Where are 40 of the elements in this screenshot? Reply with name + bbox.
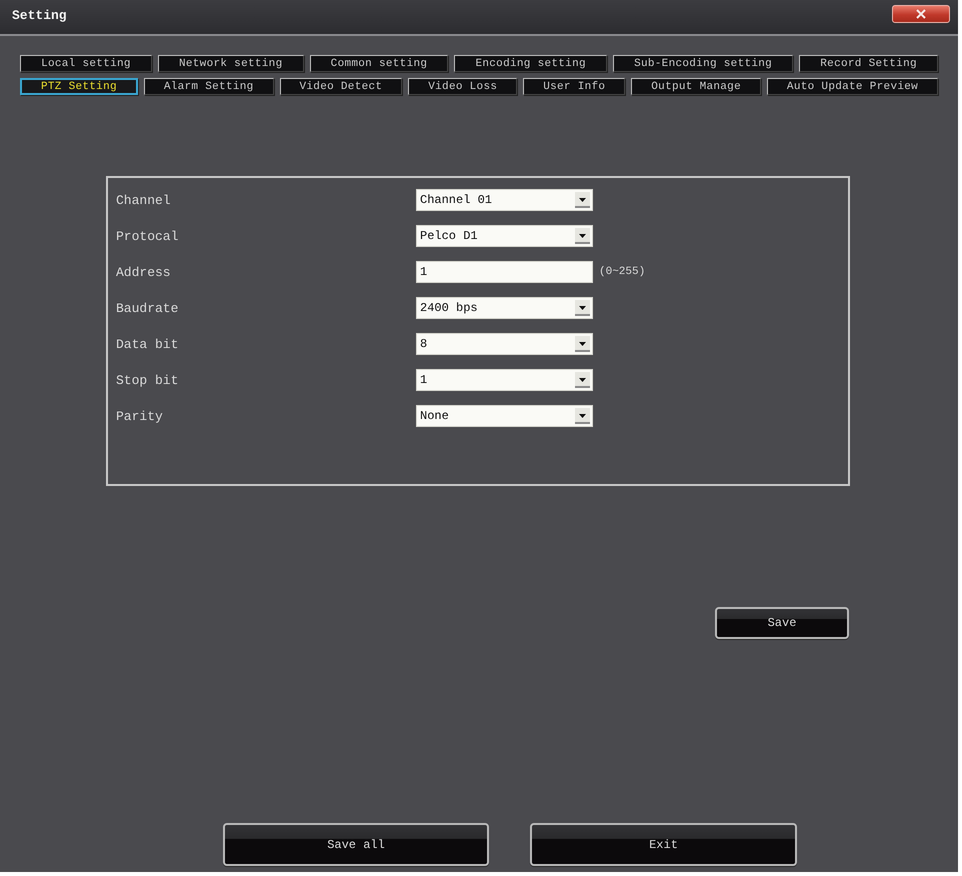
- tab[interactable]: Auto Update Preview: [766, 78, 938, 95]
- dropdown[interactable]: 8: [416, 333, 593, 355]
- window-title: Setting: [12, 8, 67, 23]
- dropdown[interactable]: None: [416, 405, 593, 427]
- caret-icon: [575, 300, 590, 316]
- caret-icon: [575, 372, 590, 388]
- tab[interactable]: Sub-Encoding setting: [612, 55, 794, 72]
- caret-icon: [575, 336, 590, 352]
- caret-icon: [575, 408, 590, 424]
- tab[interactable]: Network setting: [158, 55, 304, 72]
- tab[interactable]: Encoding setting: [454, 55, 607, 72]
- tab[interactable]: Video Detect: [280, 78, 402, 95]
- save-all-button[interactable]: Save all: [223, 823, 489, 866]
- tab[interactable]: User Info: [523, 78, 626, 95]
- tab[interactable]: Record Setting: [799, 55, 938, 72]
- range-hint: (0~255): [599, 266, 646, 278]
- field-label: Address: [116, 264, 172, 280]
- caret-icon: [575, 192, 590, 208]
- caret-icon: [575, 228, 590, 244]
- dropdown[interactable]: 2400 bps: [416, 297, 593, 319]
- close-button[interactable]: [892, 5, 950, 23]
- exit-button[interactable]: Exit: [530, 823, 797, 866]
- close-icon: [916, 9, 926, 19]
- dropdown[interactable]: 1: [416, 369, 593, 391]
- field-label: Protocal: [116, 228, 180, 244]
- field-label: Data bit: [116, 336, 180, 352]
- tab[interactable]: PTZ Setting: [20, 78, 138, 95]
- text-field[interactable]: 1: [416, 261, 593, 283]
- dropdown[interactable]: Channel 01: [416, 189, 593, 211]
- tab[interactable]: Common setting: [310, 55, 448, 72]
- save-button[interactable]: Save: [715, 607, 849, 639]
- field-label: Baudrate: [116, 300, 180, 316]
- field-label: Parity: [116, 408, 164, 424]
- tab[interactable]: Alarm Setting: [144, 78, 274, 95]
- field-label: Stop bit: [116, 372, 180, 388]
- tab[interactable]: Video Loss: [408, 78, 518, 95]
- tab[interactable]: Output Manage: [631, 78, 761, 95]
- field-label: Channel: [116, 192, 172, 208]
- tab[interactable]: Local setting: [20, 55, 152, 72]
- dropdown[interactable]: Pelco D1: [416, 225, 593, 247]
